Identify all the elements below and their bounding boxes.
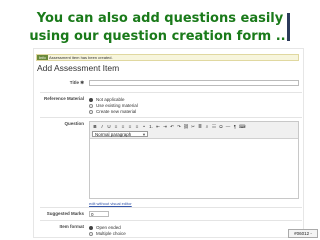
radio-unselected[interactable] [89,103,93,108]
radio-unselected[interactable] [89,109,93,114]
indent-icon[interactable]: ⇥ [162,124,168,129]
slide-title-line-1: You can also add questions easily [36,11,284,26]
info-tag: Info [37,55,48,60]
slide-title-line-2: using our question creation form ... [29,29,291,44]
info-message: Info Assessment item has been created. [36,54,299,61]
reference-option[interactable]: Use existing material [89,103,138,108]
item-format-option-label: Open ended [96,225,121,230]
editor-toolbar: B I U ≡ ≡ ≡ ≡ • 1. ⇤ ⇥ ↶ ↷ ⛓ ✂ ≣ ⌕ ☷ Ω —… [90,122,298,139]
special-char-icon[interactable]: Ω [218,124,224,129]
bold-button[interactable]: B [92,124,98,129]
item-format-option[interactable]: Open ended [89,225,121,230]
title-input[interactable] [89,80,299,86]
align-left-icon[interactable]: ≡ [113,124,119,129]
find-icon[interactable]: ⌕ [204,124,210,129]
item-format-option[interactable]: Multiple choice [89,231,126,236]
align-justify-icon[interactable]: ≡ [134,124,140,129]
cut-icon[interactable]: ✂ [190,124,196,129]
reference-option-label: Create new material [96,109,137,114]
item-format-option-label: Multiple choice [96,231,126,236]
table-icon[interactable]: ≣ [197,124,203,129]
separator [40,92,302,93]
undo-icon[interactable]: ↶ [169,124,175,129]
reference-option[interactable]: Not applicable [89,97,125,102]
edit-without-visual-editor-link[interactable]: edit without visual editor [89,201,132,206]
bullet-list-icon[interactable]: • [141,124,147,129]
format-select-value: Normal paragraph [95,132,132,137]
code-icon[interactable]: ⌨ [239,124,246,129]
reference-option[interactable]: Create new material [89,109,136,114]
horizontal-rule-icon[interactable]: — [225,124,231,129]
underline-button[interactable]: U [106,124,112,129]
page-heading: Add Assessment Item [37,63,120,73]
radio-unselected[interactable] [89,231,93,236]
slide-number: #06012 - [288,229,318,238]
marks-input[interactable]: 0 [89,211,109,217]
chevron-down-icon: ▼ [142,132,146,137]
title-label: Title ✱ [69,80,84,85]
item-format-label: Item format [59,224,84,229]
separator [40,207,302,208]
radio-selected[interactable] [89,225,93,230]
numbered-list-icon[interactable]: 1. [148,124,154,129]
reference-label: Reference Material [43,96,84,101]
align-right-icon[interactable]: ≡ [127,124,133,129]
separator [40,117,302,118]
separator [40,220,302,221]
question-label: Question [64,121,84,126]
info-text: Assessment item has been created. [49,55,113,60]
outdent-icon[interactable]: ⇤ [155,124,161,129]
reference-option-label: Use existing material [96,103,138,108]
reference-option-label: Not applicable [96,97,125,102]
align-center-icon[interactable]: ≡ [120,124,126,129]
redo-icon[interactable]: ↷ [176,124,182,129]
image-icon[interactable]: ☷ [211,124,217,129]
toolbar-buttons: B I U ≡ ≡ ≡ ≡ • 1. ⇤ ⇥ ↶ ↷ ⛓ ✂ ≣ ⌕ ☷ Ω —… [92,124,246,129]
paragraph-icon[interactable]: ¶ [232,124,238,129]
link-icon[interactable]: ⛓ [183,124,189,129]
marks-label: Suggested Marks [46,211,84,216]
question-editor[interactable]: B I U ≡ ≡ ≡ ≡ • 1. ⇤ ⇥ ↶ ↷ ⛓ ✂ ≣ ⌕ ☷ Ω —… [89,121,299,199]
italic-button[interactable]: I [99,124,105,129]
slide-title: You can also add questions easily using … [0,10,320,46]
title-accent-bar [287,13,290,41]
format-select[interactable]: Normal paragraph ▼ [92,131,148,137]
radio-selected[interactable] [89,97,93,102]
